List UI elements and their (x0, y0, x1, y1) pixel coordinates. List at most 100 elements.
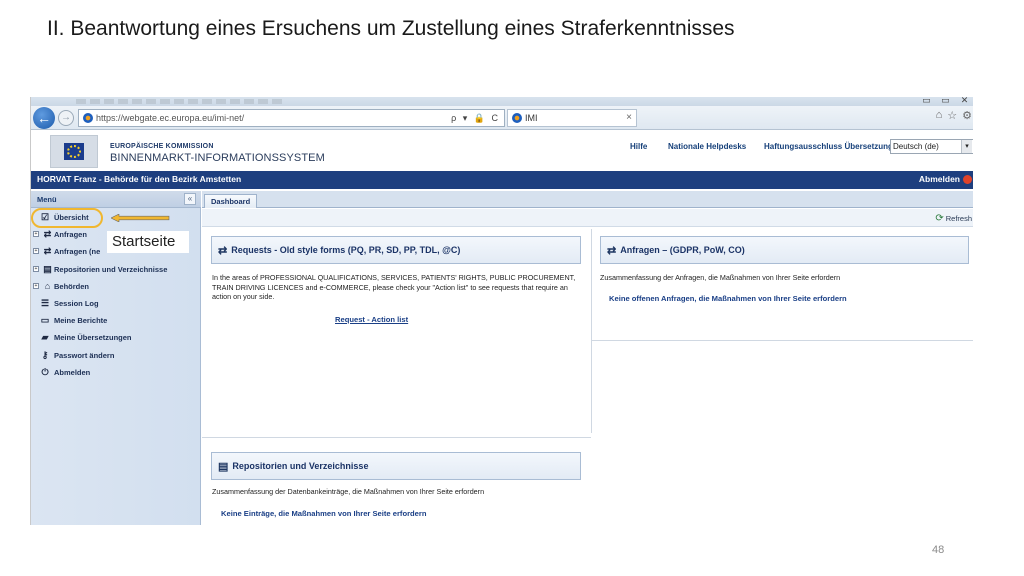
sidebar-item-label: Anfragen (ne (54, 247, 101, 257)
reports-icon: ▭ (40, 315, 50, 326)
logout-label: Abmelden (918, 174, 960, 184)
sidebar-item-8[interactable]: ▰ Meine Übersetzungen (31, 329, 201, 346)
disclaimer-link[interactable]: Haftungsausschluss Übersetzung (764, 142, 893, 151)
url-text: https://webgate.ec.europa.eu/imi-net/ (96, 113, 245, 123)
expand-icon[interactable]: + (33, 248, 39, 255)
collapse-sidebar-icon[interactable]: « (184, 193, 196, 205)
sidebar-item-label: Meine Übersetzungen (54, 333, 132, 343)
requests-old-panel-header: ⇄ Requests - Old style forms (PQ, PR, SD… (211, 236, 581, 264)
sidebar-item-label: Abmelden (54, 367, 91, 377)
helpdesks-link[interactable]: Nationale Helpdesks (668, 142, 746, 151)
window-controls: ▭ ▭ ✕ (917, 97, 973, 106)
sidebar-item-label: Anfragen (54, 230, 87, 240)
language-value: Deutsch (de) (893, 142, 939, 151)
row-divider (202, 437, 591, 438)
dashboard-toolbar: ⟳ Refresh (202, 209, 973, 227)
repositories-panel-header: ▤ Repositorien und Verzeichnisse (211, 452, 581, 480)
refresh-icon: ⟳ (935, 213, 944, 224)
maximize-icon[interactable]: ▭ (936, 97, 955, 106)
browser-tools: ⌂ ☆ ⚙ (936, 109, 972, 122)
requests-new-icon: ⇄ (43, 246, 52, 257)
help-link[interactable]: Hilfe (630, 142, 647, 151)
repositories-title: Repositorien und Verzeichnisse (232, 461, 369, 471)
repositories-link[interactable]: Keine Einträge, die Maßnahmen von Ihrer … (221, 509, 427, 518)
request-action-list-link[interactable]: Request - Action list (335, 315, 408, 324)
requests-old-title: Requests - Old style forms (PQ, PR, SD, … (231, 245, 461, 255)
highlight-circle (31, 208, 103, 228)
logout-link[interactable]: Abmelden (919, 174, 972, 184)
sidebar-item-6[interactable]: ☰ Session Log (31, 295, 201, 312)
sidebar-item-label: Meine Berichte (54, 316, 108, 326)
sidebar-item-label: Passwort ändern (54, 350, 115, 360)
tab-close-icon[interactable]: × (626, 110, 632, 126)
refresh-label: Refresh (945, 214, 972, 223)
browser-tab[interactable]: IMI × (507, 109, 637, 127)
chevron-down-icon[interactable]: ▾ (961, 140, 972, 153)
favorites-icon[interactable]: ☆ (947, 109, 957, 122)
tab-favicon-icon (512, 113, 522, 123)
sidebar-item-4[interactable]: + ▤ Repositorien und Verzeichnisse (31, 261, 201, 278)
tab-bar: Dashboard (202, 191, 973, 208)
refresh-button[interactable]: ⟳ Refresh (935, 213, 972, 224)
row-divider-right (592, 340, 973, 341)
eu-flag-icon (64, 143, 84, 160)
tab-title: IMI (525, 113, 538, 123)
startseite-callout: Startseite (107, 231, 189, 253)
transfer-icon: ⇄ (607, 244, 617, 257)
transfer-icon: ⇄ (218, 244, 228, 257)
anfragen-title: Anfragen – (GDPR, PoW, CO) (620, 245, 745, 255)
eu-logo (50, 135, 98, 168)
window-titlebar: ▭ ▭ ✕ (31, 97, 973, 106)
expand-icon[interactable]: + (33, 282, 39, 289)
power-icon (963, 174, 972, 184)
translations-icon: ▰ (41, 332, 49, 343)
settings-icon[interactable]: ⚙ (962, 109, 972, 122)
power-icon: ⏻ (41, 366, 49, 377)
anfragen-panel-header: ⇄ Anfragen – (GDPR, PoW, CO) (600, 236, 969, 264)
sidebar-heading: Menü (37, 195, 57, 204)
expand-icon[interactable]: + (33, 231, 39, 238)
sidebar-item-10[interactable]: ⏻ Abmelden (31, 364, 201, 381)
requests-icon: ⇄ (43, 229, 52, 240)
requests-old-text: In the areas of PROFESSIONAL QUALIFICATI… (212, 273, 576, 301)
sidebar-item-label: Behörden (54, 281, 90, 291)
anfragen-link[interactable]: Keine offenen Anfragen, die Maßnahmen vo… (609, 294, 847, 303)
sidebar-header: Menü « (31, 191, 201, 208)
back-button[interactable]: ← (33, 107, 55, 129)
address-bar: ← → https://webgate.ec.europa.eu/imi-net… (31, 106, 973, 130)
sidebar-item-7[interactable]: ▭ Meine Berichte (31, 312, 201, 329)
organization-name: EUROPÄISCHE KOMMISSION (110, 143, 214, 150)
language-select[interactable]: Deutsch (de) ▾ (890, 139, 973, 154)
url-action-icons[interactable]: ρ ▾ 🔒 C (451, 110, 500, 126)
imi-header: EUROPÄISCHE KOMMISSION BINNENMARKT-INFOR… (31, 131, 973, 171)
repository-icon: ▤ (43, 263, 52, 274)
expand-icon[interactable]: + (33, 265, 39, 272)
sidebar-item-label: Repositorien und Verzeichnisse (54, 264, 168, 274)
browser-screenshot: ▭ ▭ ✕ ← → https://webgate.ec.europa.eu/i… (30, 97, 973, 525)
repositories-text: Zusammenfassung der Datenbankeinträge, d… (212, 487, 485, 496)
system-name: BINNENMARKT-INFORMATIONSSYSTEM (110, 152, 325, 164)
repository-icon: ▤ (218, 460, 229, 473)
column-divider (591, 229, 592, 433)
session-log-icon: ☰ (40, 298, 50, 309)
key-icon: ⚷ (41, 349, 49, 360)
forward-button[interactable]: → (58, 110, 74, 126)
sidebar-item-5[interactable]: + ⌂ Behörden (31, 278, 201, 295)
minimize-icon[interactable]: ▭ (917, 97, 936, 106)
authorities-icon: ⌂ (44, 281, 51, 292)
slide-title: II. Beantwortung eines Ersuchens um Zust… (47, 17, 735, 40)
main-content: Dashboard ⟳ Refresh ⇄ Requests - Old sty… (202, 191, 973, 525)
user-bar: HORVAT Franz - Behörde für den Bezirk Am… (31, 171, 973, 189)
sidebar-item-9[interactable]: ⚷ Passwort ändern (31, 347, 201, 364)
home-icon[interactable]: ⌂ (936, 109, 943, 122)
callout-arrow-icon (111, 214, 170, 222)
blurred-tab-strip (76, 99, 286, 104)
tab-dashboard[interactable]: Dashboard (204, 194, 258, 208)
sidebar-item-label: Session Log (54, 299, 99, 309)
page-number: 48 (932, 544, 945, 556)
anfragen-text: Zusammenfassung der Anfragen, die Maßnah… (600, 273, 841, 282)
close-window-icon[interactable]: ✕ (955, 97, 973, 106)
site-favicon-icon (83, 113, 93, 123)
url-field[interactable]: https://webgate.ec.europa.eu/imi-net/ ρ … (78, 109, 505, 127)
user-name: HORVAT Franz - Behörde für den Bezirk Am… (37, 174, 242, 184)
